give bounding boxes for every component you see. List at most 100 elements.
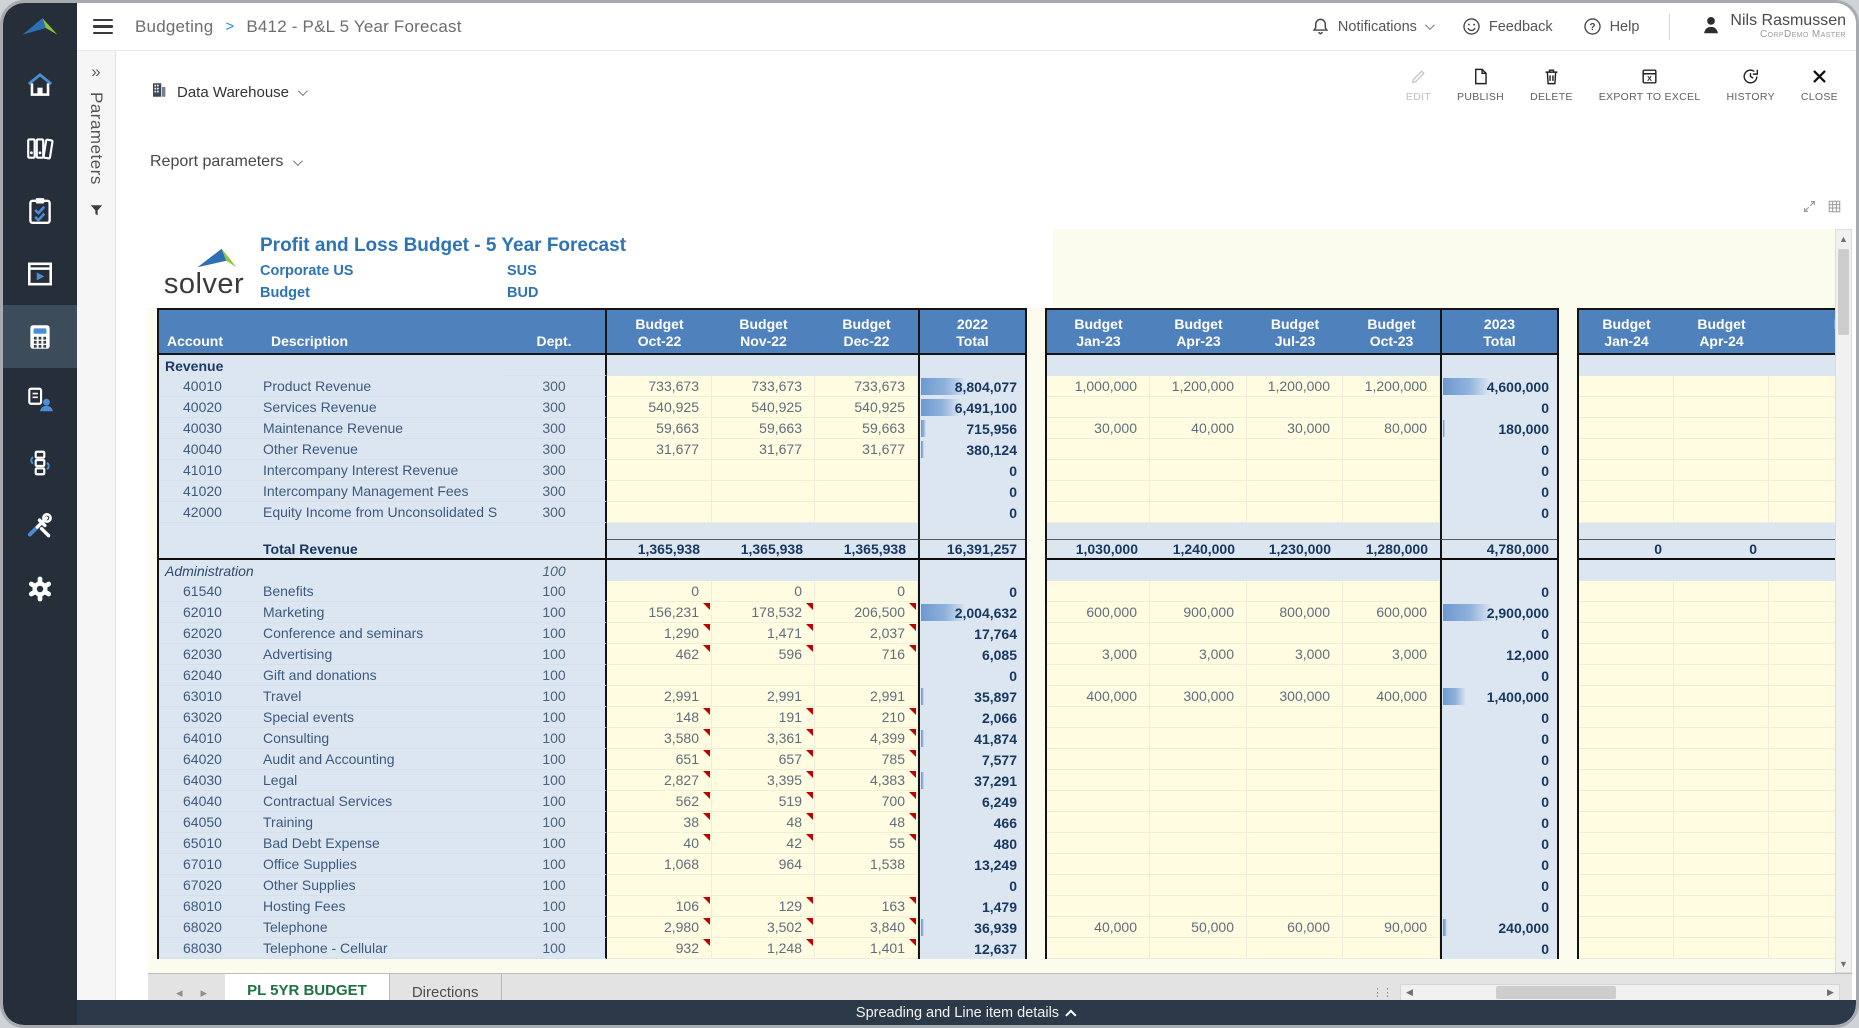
- budget-month-cell[interactable]: [1769, 854, 1836, 875]
- budget-month-cell[interactable]: [1150, 665, 1247, 686]
- budget-month-cell[interactable]: [1674, 481, 1769, 502]
- budget-month-cell[interactable]: 0: [607, 581, 712, 602]
- scroll-right-icon[interactable]: ▶: [1822, 985, 1839, 1000]
- budget-month-cell[interactable]: [1150, 502, 1247, 523]
- budget-month-cell[interactable]: 462: [607, 644, 712, 665]
- budget-month-cell[interactable]: [1674, 665, 1769, 686]
- scroll-up-icon[interactable]: ▲: [1836, 230, 1851, 247]
- budget-month-cell[interactable]: 3,840: [815, 917, 918, 938]
- budget-month-cell[interactable]: 40,000: [1047, 917, 1150, 938]
- budget-month-cell[interactable]: 540,925: [607, 397, 712, 418]
- budget-month-cell[interactable]: [1769, 397, 1836, 418]
- export-to-excel-button[interactable]: XEXPORT TO EXCEL: [1599, 67, 1701, 103]
- budget-month-cell[interactable]: 4,383: [815, 770, 918, 791]
- history-button[interactable]: HISTORY: [1726, 67, 1774, 103]
- budget-month-cell[interactable]: [1579, 376, 1674, 397]
- budget-month-cell[interactable]: [1579, 707, 1674, 728]
- budget-month-cell[interactable]: 1,401: [815, 938, 918, 959]
- budget-month-cell[interactable]: [1674, 602, 1769, 623]
- tab-next-icon[interactable]: ▸: [201, 985, 208, 1001]
- budget-month-cell[interactable]: 59,663: [815, 418, 918, 439]
- budget-month-cell[interactable]: [1769, 791, 1836, 812]
- budget-month-cell[interactable]: 1,200,000: [1247, 376, 1343, 397]
- budget-month-cell[interactable]: [1769, 623, 1836, 644]
- expand-icon[interactable]: [1802, 199, 1817, 214]
- budget-month-cell[interactable]: [1674, 728, 1769, 749]
- sidebar-item-workflow[interactable]: [3, 431, 77, 494]
- budget-month-cell[interactable]: 400,000: [1047, 686, 1150, 707]
- budget-month-cell[interactable]: [1674, 460, 1769, 481]
- budget-month-cell[interactable]: 3,000: [1150, 644, 1247, 665]
- budget-month-cell[interactable]: [1769, 418, 1836, 439]
- budget-month-cell[interactable]: [1579, 397, 1674, 418]
- budget-month-cell[interactable]: [1150, 791, 1247, 812]
- budget-month-cell[interactable]: [712, 481, 815, 502]
- sidebar-item-home[interactable]: [3, 53, 77, 116]
- budget-month-cell[interactable]: 733,673: [712, 376, 815, 397]
- report-parameters-toggle[interactable]: Report parameters: [150, 153, 300, 171]
- budget-month-cell[interactable]: [1769, 460, 1836, 481]
- budget-month-cell[interactable]: [1674, 791, 1769, 812]
- budget-month-cell[interactable]: [815, 502, 918, 523]
- scroll-down-icon[interactable]: ▼: [1836, 955, 1851, 972]
- sidebar-item-library[interactable]: [3, 116, 77, 179]
- budget-month-cell[interactable]: [1247, 749, 1343, 770]
- budget-month-cell[interactable]: 59,663: [607, 418, 712, 439]
- budget-month-cell[interactable]: [1247, 481, 1343, 502]
- budget-month-cell[interactable]: [1674, 644, 1769, 665]
- budget-month-cell[interactable]: [1579, 481, 1674, 502]
- budget-month-cell[interactable]: [1769, 896, 1836, 917]
- budget-month-cell[interactable]: [607, 875, 712, 896]
- budget-month-cell[interactable]: [1150, 397, 1247, 418]
- budget-month-cell[interactable]: 1,068: [607, 854, 712, 875]
- budget-month-cell[interactable]: [1769, 481, 1836, 502]
- budget-month-cell[interactable]: 3,502: [712, 917, 815, 938]
- budget-month-cell[interactable]: 400,000: [1343, 686, 1440, 707]
- horizontal-scroll-thumb[interactable]: [1496, 986, 1616, 999]
- budget-month-cell[interactable]: [1769, 833, 1836, 854]
- vertical-scroll-thumb[interactable]: [1838, 249, 1849, 335]
- budget-month-cell[interactable]: 1,200,000: [1150, 376, 1247, 397]
- budget-month-cell[interactable]: [1674, 502, 1769, 523]
- budget-month-cell[interactable]: 3,361: [712, 728, 815, 749]
- budget-month-cell[interactable]: [1343, 397, 1440, 418]
- budget-month-cell[interactable]: [1247, 896, 1343, 917]
- budget-month-cell[interactable]: [1247, 791, 1343, 812]
- budget-month-cell[interactable]: [712, 665, 815, 686]
- budget-month-cell[interactable]: [1150, 460, 1247, 481]
- sidebar-item-assignments[interactable]: [3, 368, 77, 431]
- budget-month-cell[interactable]: 700: [815, 791, 918, 812]
- budget-month-cell[interactable]: [1343, 502, 1440, 523]
- budget-month-cell[interactable]: 562: [607, 791, 712, 812]
- budget-month-cell[interactable]: [1247, 938, 1343, 959]
- budget-month-cell[interactable]: [1247, 502, 1343, 523]
- budget-month-cell[interactable]: [1579, 665, 1674, 686]
- budget-month-cell[interactable]: 40,000: [1150, 418, 1247, 439]
- budget-month-cell[interactable]: [1047, 728, 1150, 749]
- budget-month-cell[interactable]: 1,290: [607, 623, 712, 644]
- budget-month-cell[interactable]: [1769, 581, 1836, 602]
- budget-month-cell[interactable]: [1674, 770, 1769, 791]
- budget-month-cell[interactable]: 1,471: [712, 623, 815, 644]
- budget-month-cell[interactable]: [1150, 481, 1247, 502]
- budget-month-cell[interactable]: 964: [712, 854, 815, 875]
- budget-month-cell[interactable]: [1579, 896, 1674, 917]
- budget-month-cell[interactable]: [1150, 707, 1247, 728]
- topbar-feedback-menu[interactable]: Feedback: [1462, 17, 1553, 36]
- budget-month-cell[interactable]: 31,677: [607, 439, 712, 460]
- budget-month-cell[interactable]: [1579, 875, 1674, 896]
- budget-month-cell[interactable]: [1579, 812, 1674, 833]
- budget-month-cell[interactable]: [1674, 896, 1769, 917]
- budget-month-cell[interactable]: 38: [607, 812, 712, 833]
- budget-month-cell[interactable]: [1047, 707, 1150, 728]
- publish-button[interactable]: PUBLISH: [1457, 67, 1504, 103]
- grid-icon[interactable]: [1827, 199, 1842, 214]
- budget-month-cell[interactable]: 2,037: [815, 623, 918, 644]
- budget-month-cell[interactable]: [1343, 749, 1440, 770]
- budget-month-cell[interactable]: 540,925: [712, 397, 815, 418]
- budget-month-cell[interactable]: 540,925: [815, 397, 918, 418]
- budget-month-cell[interactable]: 300,000: [1247, 686, 1343, 707]
- budget-month-cell[interactable]: [1343, 791, 1440, 812]
- budget-month-cell[interactable]: [1579, 502, 1674, 523]
- budget-month-cell[interactable]: 31,677: [712, 439, 815, 460]
